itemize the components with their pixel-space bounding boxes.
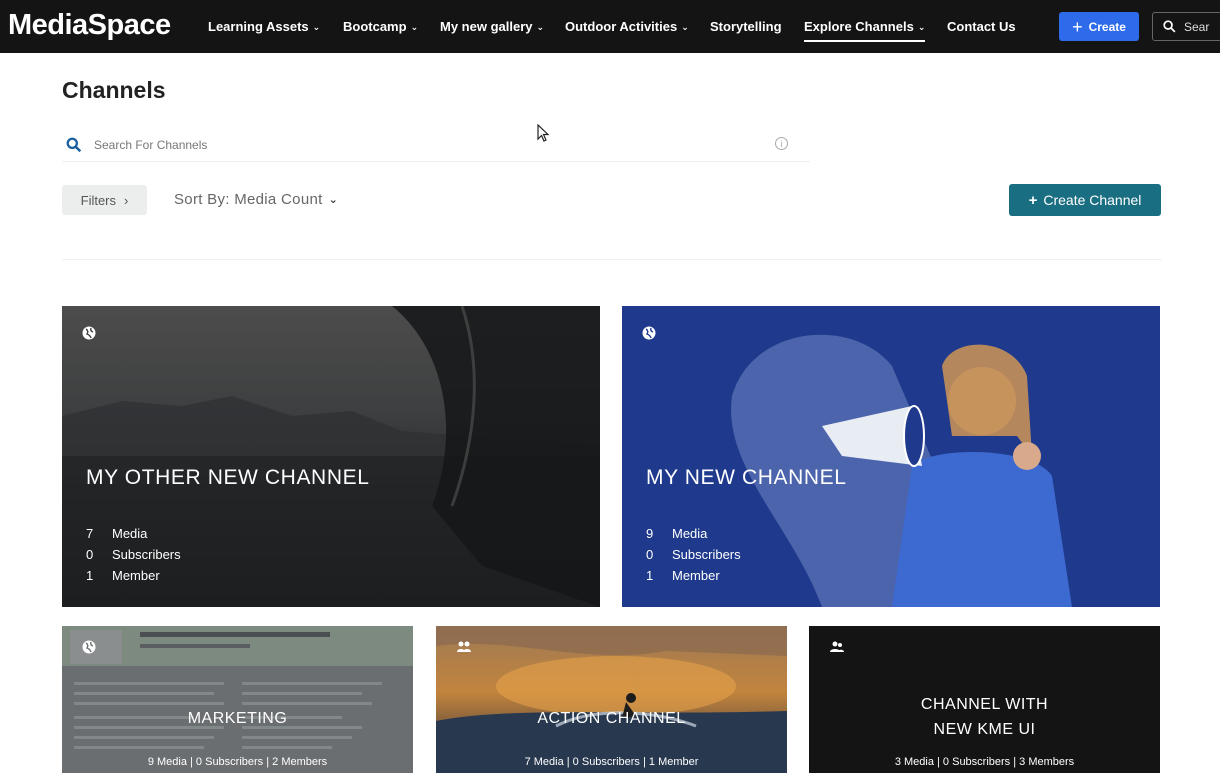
channel-media-count: 9 Media [646, 526, 707, 541]
channel-members-count: 1 Member [646, 568, 720, 583]
create-label: Create [1088, 19, 1126, 34]
media-label: Media [672, 526, 708, 541]
create-button[interactable]: + Create [1059, 12, 1139, 41]
channel-stats: 9 Media | 0 Subscribers | 2 Members [147, 756, 328, 768]
mouse-cursor-icon [537, 124, 550, 142]
channel-stats: 7 Media | 0 Subscribers | 1 Member [524, 756, 699, 768]
channel-media-count: 7 Media [86, 526, 147, 541]
search-icon [66, 137, 82, 152]
header-search-button[interactable]: Sear [1152, 12, 1220, 41]
chevron-down-icon: ⌄ [328, 194, 339, 206]
nav-label: Learning Assets [208, 19, 309, 34]
plus-icon: + [1028, 191, 1038, 209]
channel-card-channel-with-new-kme-ui[interactable]: CHANNEL WITH NEW KME UI 3 Media | 0 Subs… [809, 626, 1160, 773]
channel-search-bar: i [62, 128, 810, 162]
members-count: 1 [86, 568, 94, 583]
channel-card-my-new-channel[interactable]: MY NEW CHANNEL 9 Media 0 Subscribers 1 Memb… [622, 306, 1160, 607]
channel-search-input[interactable] [94, 137, 694, 152]
nav-storytelling[interactable]: Storytelling [710, 19, 782, 34]
create-channel-button[interactable]: + Create Channel [1009, 184, 1161, 216]
media-count: 7 [86, 526, 94, 541]
search-icon [1163, 20, 1176, 33]
nav-my-new-gallery[interactable]: My new gallery ⌄ [440, 19, 544, 34]
subscribers-label: Subscribers [112, 547, 181, 562]
nav-contact-us[interactable]: Contact Us [947, 19, 1016, 34]
filters-label: Filters [80, 192, 117, 208]
users-icon [457, 641, 471, 652]
users-icon [830, 641, 844, 652]
nav-outdoor-activities[interactable]: Outdoor Activities ⌄ [565, 19, 689, 34]
channel-title-line1: CHANNEL WITH [920, 696, 1049, 713]
nav-explore-channels[interactable]: Explore Channels ⌄ [804, 19, 926, 42]
divider [62, 259, 1162, 260]
channel-title: MY NEW CHANNEL [646, 466, 847, 489]
chevron-right-icon: › [124, 192, 129, 208]
card-background-image [436, 626, 787, 773]
channel-title-line2: NEW KME UI [933, 721, 1036, 738]
nav-label: My new gallery [440, 19, 533, 34]
channel-stats: 3 Media | 0 Subscribers | 3 Members [894, 756, 1075, 768]
globe-icon [82, 326, 96, 340]
subscribers-count: 0 [86, 547, 94, 562]
channel-subscribers-count: 0 Subscribers [86, 547, 181, 562]
chevron-down-icon: ⌄ [536, 22, 545, 32]
card-background-image [62, 626, 413, 749]
plus-icon: + [1072, 16, 1083, 37]
brand-logo[interactable]: MediaSpace [8, 9, 171, 42]
chevron-down-icon: ⌄ [410, 22, 419, 32]
chevron-down-icon: ⌄ [312, 22, 321, 32]
channel-title: MARKETING [187, 710, 288, 727]
subscribers-label: Subscribers [672, 547, 741, 562]
nav-label: Explore Channels [804, 19, 914, 34]
sort-dropdown[interactable]: Sort By: Media Count ⌄ [174, 191, 338, 208]
create-channel-label: Create Channel [1043, 192, 1142, 208]
channel-card-marketing[interactable]: MARKETING 9 Media | 0 Subscribers | 2 Me… [62, 626, 413, 773]
globe-icon [82, 640, 96, 654]
channel-title: ACTION CHANNEL [537, 710, 686, 727]
media-label: Media [112, 526, 148, 541]
info-icon[interactable]: i [775, 137, 788, 150]
channel-subscribers-count: 0 Subscribers [646, 547, 741, 562]
channel-card-action-channel[interactable]: ACTION CHANNEL 7 Media | 0 Subscribers |… [436, 626, 787, 773]
channel-members-count: 1 Member [86, 568, 160, 583]
top-nav: MediaSpace Learning Assets ⌄ Bootcamp ⌄ My… [0, 0, 1220, 53]
channel-title: MY OTHER NEW CHANNEL [86, 466, 370, 489]
channel-card-my-other-new-channel[interactable]: MY OTHER NEW CHANNEL 7 Media 0 Subscribers… [62, 306, 600, 607]
page-title: Channels [62, 77, 166, 103]
nav-label: Storytelling [710, 19, 782, 34]
filters-button[interactable]: Filters › [62, 185, 147, 215]
members-label: Member [672, 568, 720, 583]
search-label: Sear [1184, 19, 1210, 34]
members-label: Member [112, 568, 160, 583]
media-count: 9 [646, 526, 654, 541]
chevron-down-icon: ⌄ [917, 22, 926, 32]
globe-icon [642, 326, 656, 340]
sort-label: Sort By: Media Count [174, 191, 323, 208]
subscribers-count: 0 [646, 547, 654, 562]
nav-learning-assets[interactable]: Learning Assets ⌄ [208, 19, 320, 34]
nav-label: Bootcamp [343, 19, 407, 34]
chevron-down-icon: ⌄ [681, 22, 689, 32]
members-count: 1 [646, 568, 654, 583]
nav-label: Contact Us [947, 19, 1016, 34]
nav-bootcamp[interactable]: Bootcamp ⌄ [343, 19, 418, 34]
nav-label: Outdoor Activities [565, 19, 678, 34]
